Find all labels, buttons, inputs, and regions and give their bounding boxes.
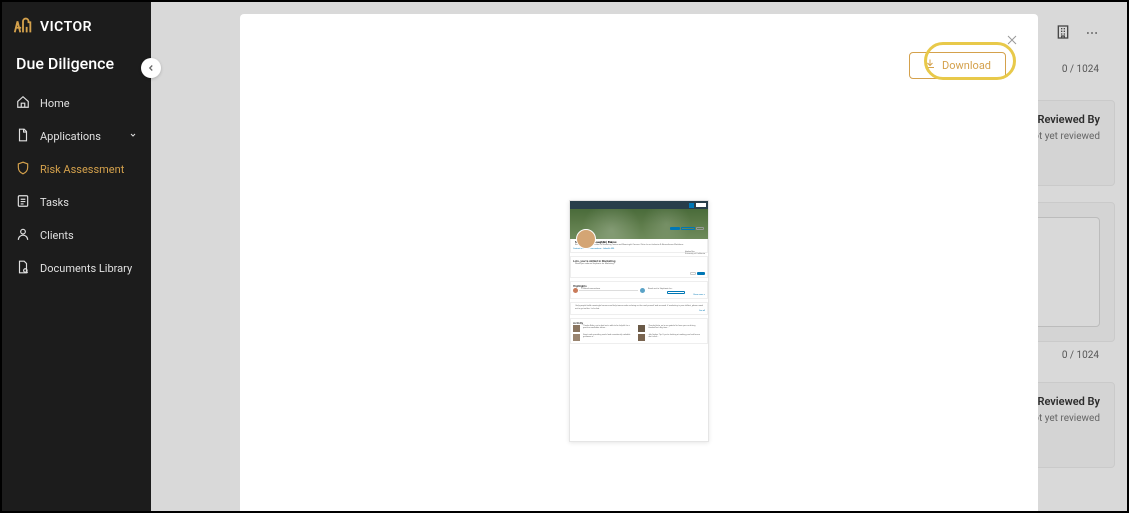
nav-label: Clients bbox=[40, 229, 74, 242]
sidebar-item-home[interactable]: Home bbox=[2, 87, 151, 120]
activity-thumbnail bbox=[573, 325, 580, 332]
message-button bbox=[670, 227, 680, 230]
document-icon bbox=[16, 128, 30, 145]
highlight-avatar bbox=[640, 288, 645, 293]
sidebar-item-clients[interactable]: Clients bbox=[2, 219, 151, 252]
chevron-down-icon bbox=[129, 131, 137, 142]
linkedin-profile-body: Stephanie (McLaughlin) Bairos Recruitmen… bbox=[570, 239, 708, 253]
highlights-section: Highlights 2 Mutual connections bbox=[570, 281, 708, 299]
brand-name: VICTOR bbox=[40, 19, 92, 35]
profile-action-buttons bbox=[573, 227, 704, 230]
chevron-left-icon bbox=[146, 63, 156, 73]
about-section: I help people build meaningful careers a… bbox=[570, 302, 708, 315]
library-icon bbox=[16, 260, 30, 277]
linkedin-header-button bbox=[696, 203, 706, 207]
save-to-recruiter-button bbox=[681, 227, 695, 230]
show-more-link: Show more ˅ bbox=[573, 294, 705, 296]
activity-thumbnail bbox=[638, 325, 645, 332]
nav-label: Home bbox=[40, 97, 70, 110]
sidebar-item-applications[interactable]: Applications bbox=[2, 120, 151, 153]
home-icon bbox=[16, 95, 30, 112]
sidebar-item-risk-assessment[interactable]: Risk Assessment bbox=[2, 153, 151, 186]
main-content: 0 / 1024 0 / 1024 Last Reviewed By Not y… bbox=[151, 2, 1127, 511]
brand-logo-icon bbox=[12, 14, 34, 40]
sidebar-item-documents-library[interactable]: Documents Library bbox=[2, 252, 151, 285]
modal-close-button[interactable] bbox=[1006, 34, 1018, 50]
highlight-avatar bbox=[573, 288, 578, 293]
activity-thumbnail bbox=[573, 334, 580, 341]
message-stephanie-button bbox=[667, 291, 685, 294]
activity-section: Activity Thanks Raka, we're glad we're a… bbox=[570, 318, 708, 344]
document-preview-modal: Download bbox=[240, 14, 1038, 511]
activity-thumbnail bbox=[638, 334, 645, 341]
linkedin-header bbox=[570, 201, 708, 209]
download-button[interactable]: Download bbox=[909, 52, 1006, 79]
user-icon bbox=[16, 227, 30, 244]
sidebar-nav: Home Applications Risk Assessment bbox=[2, 87, 151, 285]
see-all-link: See all bbox=[573, 310, 705, 312]
sidebar-collapse-button[interactable] bbox=[141, 58, 161, 78]
sidebar: VICTOR Due Diligence Home Applications bbox=[2, 2, 151, 511]
activity-item: Job Seeker Tip: If you're looking at mak… bbox=[638, 334, 701, 341]
skip-button bbox=[690, 272, 696, 275]
profile-avatar bbox=[576, 229, 596, 249]
skills-section: Lots, you're skilled in Marketing Would … bbox=[570, 256, 708, 277]
brand: VICTOR bbox=[2, 2, 151, 48]
modal-overlay[interactable]: Download bbox=[151, 2, 1127, 511]
highlight-item: 2 Mutual connections bbox=[573, 288, 638, 294]
download-label: Download bbox=[942, 59, 991, 72]
section-title: Due Diligence bbox=[2, 48, 151, 87]
shield-icon bbox=[16, 161, 30, 178]
close-icon bbox=[1006, 34, 1018, 46]
linkedin-logo-icon bbox=[689, 203, 694, 208]
more-button bbox=[696, 227, 704, 230]
activity-item: Thanks Raka, we're glad we're able to be… bbox=[573, 325, 636, 332]
profile-meta: HackerOne University of California bbox=[685, 251, 705, 255]
activity-item: Thanks Anita, we're so grateful to have … bbox=[638, 325, 701, 332]
document-preview: Stephanie (McLaughlin) Bairos Recruitmen… bbox=[569, 200, 709, 442]
nav-label: Applications bbox=[40, 130, 101, 143]
activity-item: Great work providing useful and consiste… bbox=[573, 334, 636, 341]
nav-label: Documents Library bbox=[40, 262, 132, 275]
endorse-button bbox=[697, 272, 705, 275]
sidebar-item-tasks[interactable]: Tasks bbox=[2, 186, 151, 219]
nav-label: Risk Assessment bbox=[40, 163, 124, 176]
nav-label: Tasks bbox=[40, 196, 69, 209]
checklist-icon bbox=[16, 194, 30, 211]
profile-tagline: Recruitment Expert | Builder of Marketin… bbox=[575, 244, 705, 246]
download-icon bbox=[924, 58, 936, 73]
